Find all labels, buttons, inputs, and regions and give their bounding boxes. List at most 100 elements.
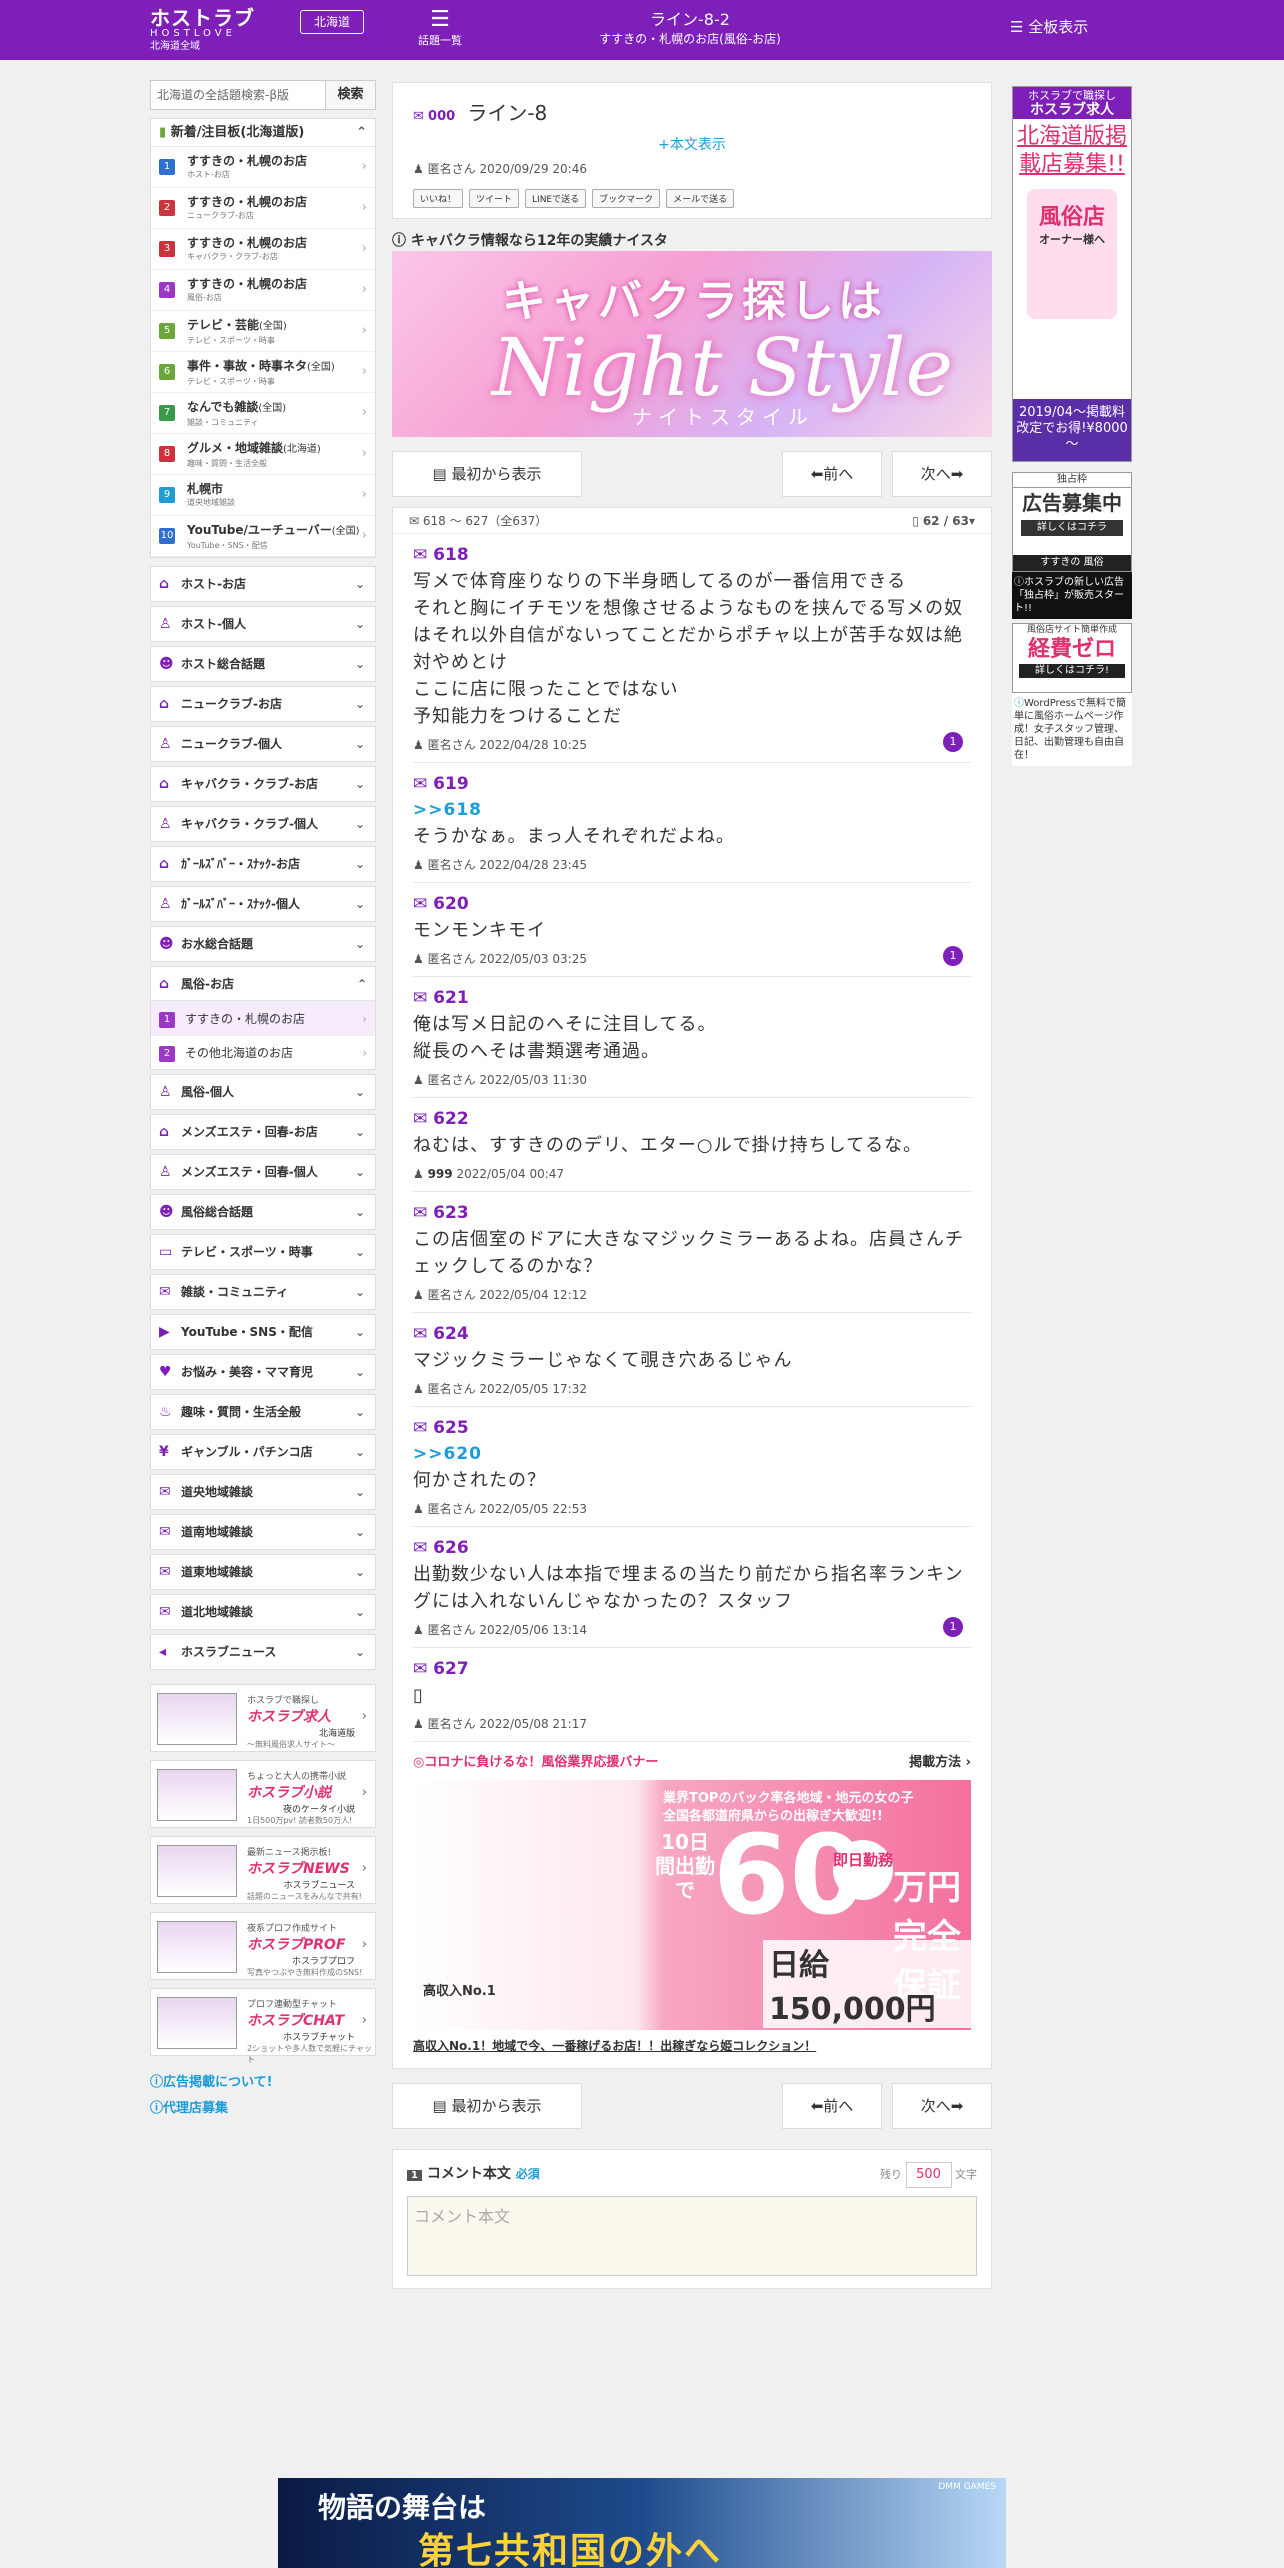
hot-board-item[interactable]: 5 テレビ・芸能(全国) テレビ・スポーツ・時事 › [151, 311, 375, 352]
category-item[interactable]: ♙ メンズエステ・回春-個人 ⌄ [150, 1154, 376, 1190]
service-banner[interactable]: ホスラブで職探し ホスラブ求人 北海道版 ～無料風俗求人サイト～ › [150, 1684, 376, 1752]
reply-count-badge[interactable]: 1 [943, 1617, 963, 1637]
next-page-button[interactable]: 次へ➡ [892, 2083, 992, 2129]
post-number[interactable]: ✉ 623 [413, 1200, 971, 1226]
post-number[interactable]: ✉ 619 [413, 771, 971, 797]
reply-count-badge[interactable]: 1 [943, 732, 963, 752]
category-item[interactable]: ♙ 風俗-個人 ⌄ [150, 1074, 376, 1110]
next-page-button[interactable]: 次へ➡ [892, 451, 992, 497]
search-button[interactable]: 検索 [326, 80, 376, 110]
post-meta: ♟ 匿名さん 2022/05/05 17:32 [413, 1378, 971, 1400]
category-item[interactable]: ⌂ メンズエステ・回春-お店 ⌄ [150, 1114, 376, 1150]
hot-board-item[interactable]: 7 なんでも雑談(全国) 雑談・コミュニティ › [151, 393, 375, 434]
category-item[interactable]: ✉ 道東地域雑談 ⌄ [150, 1554, 376, 1590]
service-banner[interactable]: プロフ連動型チャット ホスラブCHAT ホスラブチャット 2ショットや多人数で気軽にチ… [150, 1988, 376, 2064]
show-body-link[interactable]: +本文表示 [413, 134, 971, 154]
category-label: 雑談・コミュニティ [181, 1285, 289, 1299]
bottom-game-ad[interactable]: 物語の舞台は 第七共和国の外へ DMM GAMES [278, 2478, 1006, 2568]
reply-count-badge[interactable]: 1 [943, 946, 963, 966]
ad-info-link[interactable]: ⓘ広告掲載について! [150, 2070, 376, 2096]
reply-anchor-link[interactable]: >>618 [413, 797, 971, 823]
search-input[interactable]: 北海道の全話題検索-β版 [150, 80, 326, 110]
reply-anchor-link[interactable]: >>620 [413, 1441, 971, 1467]
post-number[interactable]: ✉ 625 [413, 1415, 971, 1441]
post-number[interactable]: ✉ 624 [413, 1321, 971, 1347]
post-number[interactable]: ✉ 621 [413, 985, 971, 1011]
prev-page-button[interactable]: ⬅前へ [782, 2083, 882, 2129]
hot-board-item[interactable]: 2 すすきの・札幌のお店 ニュークラブ-お店 › [151, 188, 375, 229]
support-link[interactable]: 高収入No.1！地域で今、一番稼げるお店！！出稼ぎなら姫コレクション！ [413, 2036, 971, 2068]
hot-board-item[interactable]: 9 札幌市 道央地域雑談 › [151, 475, 375, 516]
hot-board-item[interactable]: 6 事件・事故・時事ネタ(全国) テレビ・スポーツ・時事 › [151, 352, 375, 393]
region-button[interactable]: 北海道 [300, 10, 364, 34]
nightstyle-ad-banner[interactable]: キャバクラ探しは Night Style ナイトスタイル [392, 251, 992, 437]
category-item[interactable]: ¥ ギャンブル・パチンコ店 ⌄ [150, 1434, 376, 1470]
comment-textarea[interactable]: コメント本文 [407, 2196, 977, 2276]
hot-board-item[interactable]: 3 すすきの・札幌のお店 キャバクラ・クラブ-お店 › [151, 229, 375, 270]
post-number[interactable]: ✉ 620 [413, 891, 971, 917]
category-item[interactable]: ⌂ キャバクラ・クラブ-お店 ⌄ [150, 766, 376, 802]
category-item[interactable]: ⌂ ホスト-お店 ⌄ [150, 566, 376, 602]
category-item[interactable]: ✉ 雑談・コミュニティ ⌄ [150, 1274, 376, 1310]
chevron-right-icon: › [361, 2013, 367, 2028]
support-method-link[interactable]: 掲載方法 › [909, 1752, 971, 1774]
main-column: ✉ 000 ライン-8 +本文表示 ♟ 匿名さん 2020/09/29 20:4… [392, 82, 992, 2289]
post-number[interactable]: ✉ 627 [413, 1656, 971, 1682]
person-icon: ♙ [159, 616, 172, 632]
item-number: 6 [159, 364, 175, 380]
service-banner[interactable]: ちょっと大人の携帯小説 ホスラブ小説 夜のケータイ小説 1日500万pv! 読者数50… [150, 1760, 376, 1828]
page-select[interactable]: ▯ 62 / 63▾ [912, 508, 975, 533]
site-logo[interactable]: ホストラブ HOSTLOVE 北海道全域 [150, 8, 255, 54]
first-page-button[interactable]: ▤ 最初から表示 [392, 451, 582, 497]
category-item[interactable]: ◂ ホスラブニュース ⌄ [150, 1634, 376, 1670]
category-item[interactable]: ⌂ ニュークラブ-お店 ⌄ [150, 686, 376, 722]
category-item[interactable]: ✉ 道北地域雑談 ⌄ [150, 1594, 376, 1630]
category-item[interactable]: ♙ キャバクラ・クラブ-個人 ⌄ [150, 806, 376, 842]
facebook-like-button[interactable]: いいね！ [413, 189, 464, 208]
category-item[interactable]: ♙ ｶﾞｰﾙｽﾞﾊﾞｰ・ｽﾅｯｸ-個人 ⌄ [150, 886, 376, 922]
category-item[interactable]: ♥ お悩み・美容・ママ育児 ⌄ [150, 1354, 376, 1390]
category-item[interactable]: ⌂ ｶﾞｰﾙｽﾞﾊﾞｰ・ｽﾅｯｸ-お店 ⌄ [150, 846, 376, 882]
hot-board-item[interactable]: 8 グルメ・地域雑談(北海道) 趣味・質問・生活全般 › [151, 434, 375, 475]
post-number[interactable]: ✉ 618 [413, 542, 971, 568]
category-item[interactable]: ♨ 趣味・質問・生活全般 ⌄ [150, 1394, 376, 1430]
first-page-button[interactable]: ▤ 最初から表示 [392, 2083, 582, 2129]
agency-link[interactable]: ⓘ代理店募集 [150, 2096, 376, 2122]
category-label: 道東地域雑談 [181, 1565, 254, 1579]
bookmark-button[interactable]: ブックマーク [592, 189, 661, 208]
line-share-button[interactable]: LINEで送る [525, 189, 587, 208]
mail-share-button[interactable]: メールで送る [666, 189, 735, 208]
service-banner[interactable]: 最新ニュース掲示板! ホスラブNEWS ホスラブニュース 話題のニュースをみんなで共有… [150, 1836, 376, 1904]
exclusive-ad[interactable]: 独占枠 広告募集中 詳しくはコチラ すすきの 風俗 [1012, 472, 1132, 572]
hot-board-item[interactable]: 4 すすきの・札幌のお店 風俗-お店 › [151, 270, 375, 311]
item-name: すすきの・札幌のお店 [185, 1012, 306, 1026]
category-item[interactable]: ✉ 道南地域雑談 ⌄ [150, 1514, 376, 1550]
category-item[interactable]: ☻ 風俗総合話題 ⌄ [150, 1194, 376, 1230]
hp-ad[interactable]: 風俗店サイト簡単作成 経費ゼロ 詳しくはコチラ! [1012, 623, 1132, 693]
person-icon: ♙ [159, 816, 172, 832]
fullview-button[interactable]: ☰ 全板表示 [1010, 16, 1088, 37]
category-item[interactable]: ▭ テレビ・スポーツ・時事 ⌄ [150, 1234, 376, 1270]
category-item[interactable]: ☻ ホスト総合話題 ⌄ [150, 646, 376, 682]
service-banner[interactable]: 夜系プロフ作成サイト ホスラブPROF ホスラブプロフ 写真やつぶやき無料作成のSNS… [150, 1912, 376, 1980]
category-item[interactable]: ♙ ニュークラブ-個人 ⌄ [150, 726, 376, 762]
prev-page-button[interactable]: ⬅前へ [782, 451, 882, 497]
category-item[interactable]: ✉ 道央地域雑談 ⌄ [150, 1474, 376, 1510]
tweet-button[interactable]: ツイート [469, 189, 520, 208]
topics-list-button[interactable]: ☰ 話題一覧 [410, 8, 470, 48]
hot-board-header[interactable]: ▮ 新着/注目板(北海道版) ⌃ [151, 119, 375, 147]
category-item[interactable]: ♙ ホスト-個人 ⌄ [150, 606, 376, 642]
category-item[interactable]: ☻ お水総合話題 ⌄ [150, 926, 376, 962]
fuzoku-category-header[interactable]: ⌂ 風俗-お店 ⌃ [151, 967, 375, 1001]
hot-board-item[interactable]: 1 すすきの・札幌のお店 ホスト-お店 › [151, 147, 375, 188]
post-number[interactable]: ✉ 626 [413, 1535, 971, 1561]
banner-brand: ホスラブNEWS [247, 1861, 350, 1877]
support-banner[interactable]: 業界TOPのバック率各地域・地元の女の子 全国各都道府県からの出稼ぎ大歓迎!! 1… [413, 1780, 971, 2030]
hot-board-item[interactable]: 10 YouTube/ユーチューバー(全国) YouTube・SNS・配信 › [151, 516, 375, 557]
post-number[interactable]: ✉ 622 [413, 1106, 971, 1132]
category-item[interactable]: ▶ YouTube・SNS・配信 ⌄ [150, 1314, 376, 1350]
fuzoku-sub-item[interactable]: 2 その他北海道のお店 › [151, 1035, 375, 1069]
recruit-ad[interactable]: ホスラブで職探し ホスラブ求人 北海道版掲載店募集!! 風俗店 オーナー様へ 201… [1012, 86, 1132, 462]
chevron-down-icon: ⌄ [354, 1645, 365, 1659]
fuzoku-sub-item[interactable]: 1 すすきの・札幌のお店 › [151, 1001, 375, 1035]
